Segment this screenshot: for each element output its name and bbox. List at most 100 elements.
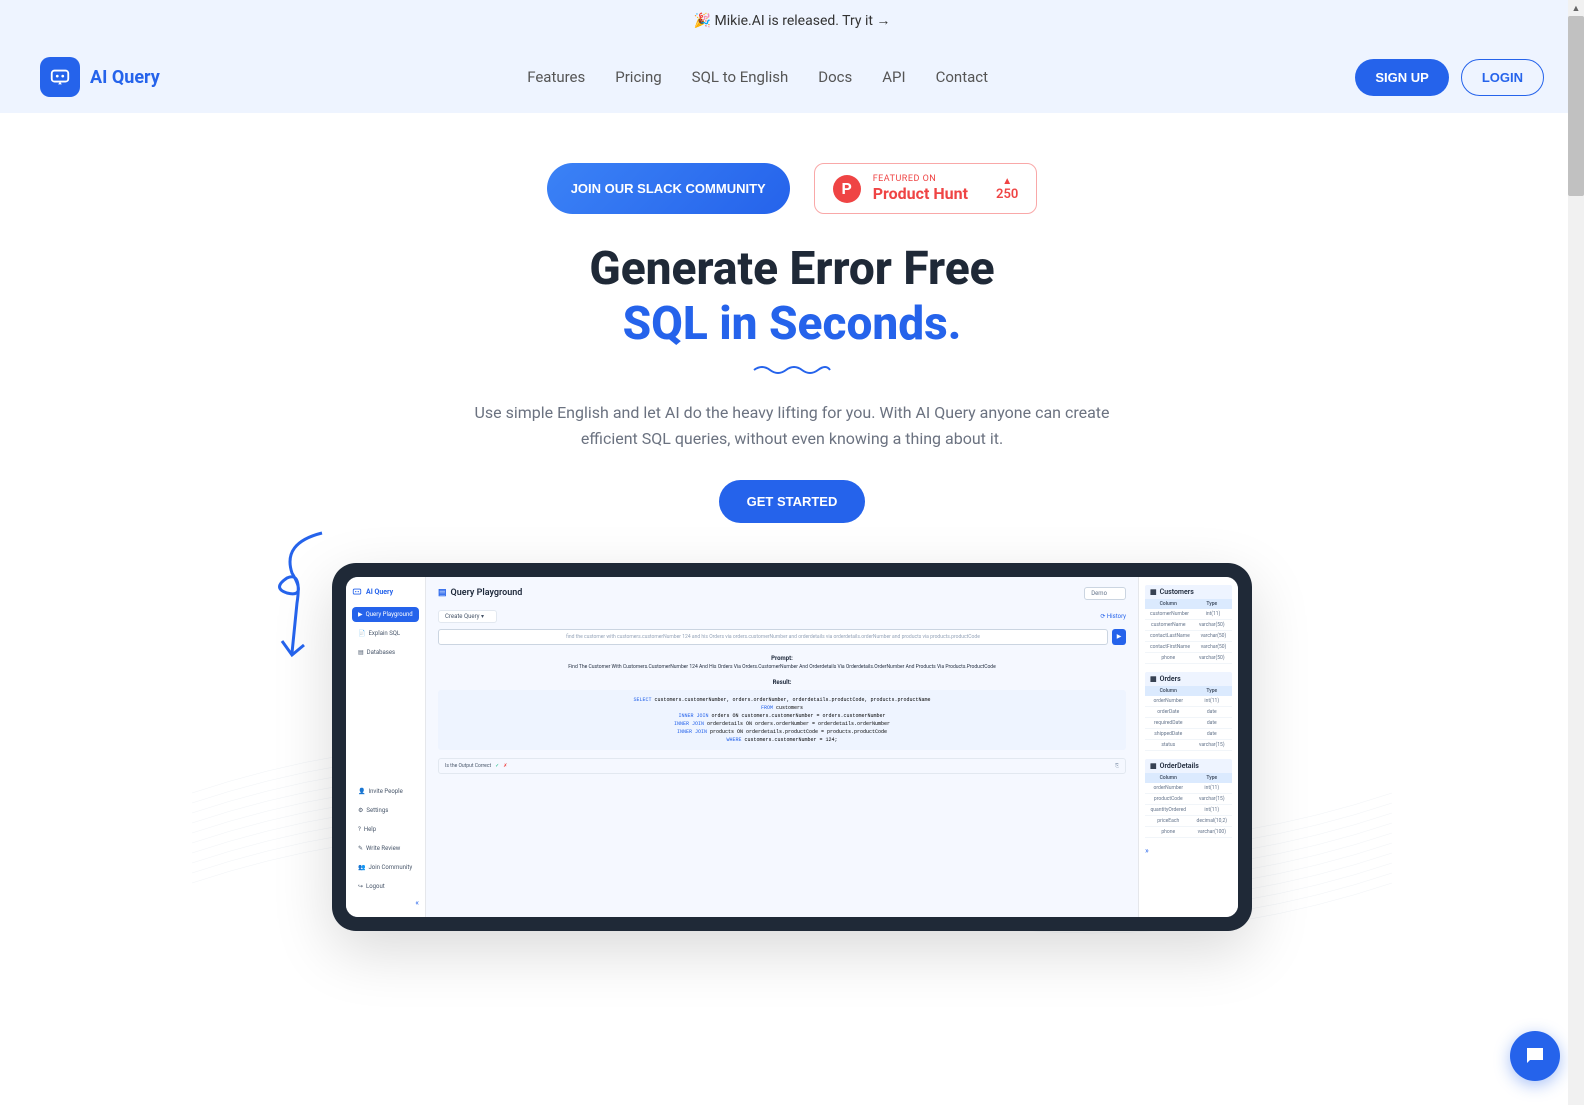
sidebar-item-label: Settings <box>366 807 388 814</box>
sidebar-item-label: Databases <box>367 649 395 656</box>
app-main-title: ▤Query Playground <box>438 588 522 598</box>
product-hunt-text: FEATURED ON Product Hunt <box>873 174 968 203</box>
create-query-dropdown[interactable]: Create Query ▾ <box>438 610 497 623</box>
explain-icon: 📄 <box>358 630 365 637</box>
schema-table-header[interactable]: ▦ OrderDetails <box>1145 759 1232 773</box>
curly-arrow-decoration <box>262 523 342 663</box>
query-input-row: find the customer with customers.custome… <box>438 629 1126 646</box>
slack-community-button[interactable]: JOIN OUR SLACK COMMUNITY <box>547 163 790 214</box>
schema-column-row: customerNumberint(11) <box>1145 609 1232 620</box>
nav-link-contact[interactable]: Contact <box>936 68 988 86</box>
sidebar-item-label: Join Community <box>368 864 412 871</box>
schema-table-header[interactable]: ▦ Customers <box>1145 585 1232 599</box>
sidebar-item-logout[interactable]: ↪Logout <box>352 879 419 894</box>
database-icon: ▤ <box>358 649 364 656</box>
prompt-label: Prompt: <box>438 655 1126 662</box>
schema-column-row: contactLastNamevarchar(50) <box>1145 631 1232 642</box>
schema-column-row: orderNumberint(11) <box>1145 783 1232 794</box>
prompt-text: Find The Customer With Customers.Custome… <box>438 664 1126 671</box>
scrollbar[interactable]: ▲ <box>1568 0 1584 1105</box>
table-icon: ▦ <box>1150 675 1157 683</box>
schema-column-row: orderNumberint(11) <box>1145 696 1232 707</box>
logo-section[interactable]: AI Query <box>40 57 160 97</box>
hero-title: Generate Error Free SQL in Seconds. <box>20 242 1564 352</box>
schema-columns-header: ColumnType <box>1145 599 1232 609</box>
sidebar-item-invite[interactable]: 👤Invite People <box>352 784 419 799</box>
ph-name: Product Hunt <box>873 184 968 203</box>
nav-link-features[interactable]: Features <box>527 68 585 86</box>
sidebar-item-join-community[interactable]: 👥Join Community <box>352 860 419 875</box>
sidebar-item-settings[interactable]: ⚙Settings <box>352 803 419 818</box>
sidebar-item-query-playground[interactable]: ▶Query Playground <box>352 607 419 622</box>
sidebar-item-help[interactable]: ?Help <box>352 822 419 837</box>
login-button[interactable]: LOGIN <box>1461 59 1544 96</box>
upvote-arrow-icon: ▲ <box>1002 176 1012 187</box>
scrollbar-thumb[interactable] <box>1568 16 1584 196</box>
product-hunt-badge[interactable]: P FEATURED ON Product Hunt ▲ 250 <box>814 163 1038 214</box>
schema-columns-header: ColumnType <box>1145 686 1232 696</box>
app-schema-panel: ▦ CustomersColumnTypecustomerNumberint(1… <box>1138 577 1238 917</box>
schema-column-row: statusvarchar(15) <box>1145 740 1232 751</box>
squiggle-decoration <box>752 364 832 376</box>
help-icon: ? <box>358 826 361 833</box>
app-sidebar-logo: AI Query <box>352 587 419 597</box>
schema-table-card: ▦ OrdersColumnTypeorderNumberint(11)orde… <box>1145 672 1232 751</box>
schema-column-row: productCodevarchar(15) <box>1145 794 1232 805</box>
sidebar-item-label: Query Playground <box>366 611 413 618</box>
feedback-incorrect-button[interactable]: ✗ <box>503 763 507 769</box>
sql-result-box: SELECT customers.customerNumber, orders.… <box>438 690 1126 750</box>
scrollbar-up-arrow[interactable]: ▲ <box>1568 0 1584 16</box>
run-query-button[interactable]: ▶ <box>1112 629 1126 646</box>
hero-description: Use simple English and let AI do the hea… <box>462 400 1122 451</box>
sidebar-collapse-button[interactable]: « <box>352 898 419 907</box>
invite-icon: 👤 <box>358 788 365 795</box>
screenshot-section: AI Query ▶Query Playground 📄Explain SQL … <box>332 563 1252 931</box>
sidebar-item-label: Logout <box>366 883 385 890</box>
logo-icon <box>40 57 80 97</box>
result-label: Result: <box>438 679 1126 686</box>
app-main-header: ▤Query Playground Demo <box>438 587 1126 600</box>
output-feedback-bar: Is the Output Correct ✓ ✗ ⎘ <box>438 758 1126 774</box>
app-sidebar: AI Query ▶Query Playground 📄Explain SQL … <box>346 577 426 917</box>
review-icon: ✎ <box>358 845 363 852</box>
nav-link-sql-to-english[interactable]: SQL to English <box>692 68 789 86</box>
sidebar-item-write-review[interactable]: ✎Write Review <box>352 841 419 856</box>
schema-expand-button[interactable]: » <box>1145 846 1232 855</box>
hero-badges: JOIN OUR SLACK COMMUNITY P FEATURED ON P… <box>20 163 1564 214</box>
playground-header-icon: ▤ <box>438 588 447 598</box>
nav-link-docs[interactable]: Docs <box>818 68 852 86</box>
sidebar-item-explain-sql[interactable]: 📄Explain SQL <box>352 626 419 641</box>
chat-widget-button[interactable] <box>1510 1031 1560 1081</box>
history-link[interactable]: ⟳ History <box>1100 613 1126 620</box>
schema-table-card: ▦ CustomersColumnTypecustomerNumberint(1… <box>1145 585 1232 664</box>
schema-column-row: contactFirstNamevarchar(50) <box>1145 642 1232 653</box>
sidebar-item-label: Help <box>364 826 376 833</box>
sidebar-item-label: Invite People <box>368 788 402 795</box>
gear-icon: ⚙ <box>358 807 363 814</box>
announcement-link[interactable]: 🎉 Mikie.AI is released. Try it → <box>694 13 891 29</box>
database-select[interactable]: Demo <box>1084 587 1126 600</box>
nav-link-api[interactable]: API <box>882 68 905 86</box>
schema-column-row: orderDatedate <box>1145 707 1232 718</box>
get-started-button[interactable]: GET STARTED <box>719 480 866 523</box>
ph-featured-label: FEATURED ON <box>873 174 968 184</box>
ph-votes: ▲ 250 <box>996 176 1018 202</box>
logout-icon: ↪ <box>358 883 363 890</box>
sidebar-item-databases[interactable]: ▤Databases <box>352 645 419 660</box>
app-sidebar-brand: AI Query <box>366 588 393 596</box>
feedback-correct-button[interactable]: ✓ <box>495 763 499 769</box>
signup-button[interactable]: SIGN UP <box>1355 59 1448 96</box>
query-input[interactable]: find the customer with customers.custome… <box>438 629 1108 646</box>
hero-section: JOIN OUR SLACK COMMUNITY P FEATURED ON P… <box>0 113 1584 1031</box>
schema-column-row: customerNamevarchar(50) <box>1145 620 1232 631</box>
output-correct-label: Is the Output Correct <box>445 763 491 769</box>
table-icon: ▦ <box>1150 588 1157 596</box>
nav-link-pricing[interactable]: Pricing <box>615 68 661 86</box>
table-icon: ▦ <box>1150 762 1157 770</box>
copy-result-button[interactable]: ⎘ <box>1115 763 1119 769</box>
hero-title-line1: Generate Error Free <box>589 242 994 296</box>
playground-icon: ▶ <box>358 611 363 618</box>
hero-title-line2: SQL in Seconds. <box>623 297 962 351</box>
schema-table-card: ▦ OrderDetailsColumnTypeorderNumberint(1… <box>1145 759 1232 838</box>
schema-table-header[interactable]: ▦ Orders <box>1145 672 1232 686</box>
